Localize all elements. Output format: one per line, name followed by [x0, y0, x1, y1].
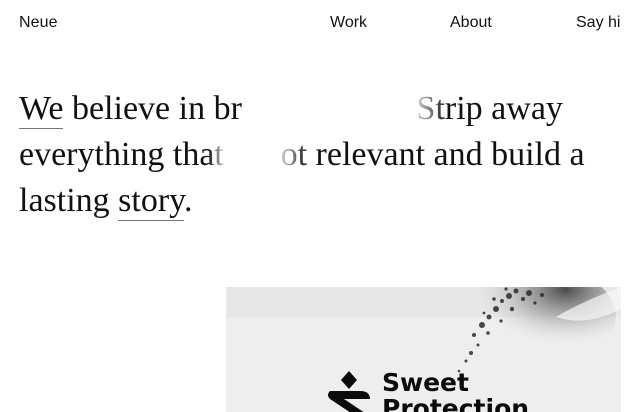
nav-link-work[interactable]: Work [330, 14, 367, 32]
sweet-protection-logo-icon [328, 371, 370, 412]
hero-text-space [408, 90, 417, 127]
hero-line-3: lasting story. [19, 178, 619, 224]
project-card-sweet-protection[interactable]: Sweet Protection [226, 287, 621, 412]
site-header: Neue Work About Say hi [0, 0, 640, 46]
hero-statement: We believe in brave choices. Strip away … [19, 86, 619, 224]
hero-underlined-word-we: We [19, 90, 64, 129]
hero-line-2: everything that is not relevant and buil… [19, 132, 619, 178]
hero-text-fading: at [199, 136, 224, 173]
hero-text-fading: ot [280, 136, 308, 173]
sweet-protection-wordmark: Sweet Protection [382, 370, 529, 412]
hero-text: rip away [444, 90, 563, 127]
hero-text: relevant and build a [307, 136, 585, 173]
brand-logo-link[interactable]: Neue [19, 14, 58, 32]
hero-text: everything th [19, 136, 200, 173]
page: Neue Work About Say hi We believe in bra… [0, 0, 640, 412]
wordmark-line-1: Sweet [382, 368, 469, 397]
hero-underlined-word-story: story [118, 182, 184, 221]
sweet-protection-logo: Sweet Protection [326, 370, 621, 412]
hero-text: believe in br [63, 90, 242, 127]
hero-text-faded: ave choices. [241, 90, 409, 127]
hero-text: lasting [19, 182, 119, 219]
hero-line-1: We believe in brave choices. Strip away [19, 86, 619, 132]
hero-text: . [183, 182, 193, 219]
nav-link-say-hi[interactable]: Say hi [576, 14, 620, 32]
nav-link-about[interactable]: About [450, 14, 492, 32]
hero-text-fading: St [416, 90, 445, 127]
hero-text-faded: is n [223, 136, 281, 173]
wordmark-line-2: Protection [382, 394, 530, 412]
